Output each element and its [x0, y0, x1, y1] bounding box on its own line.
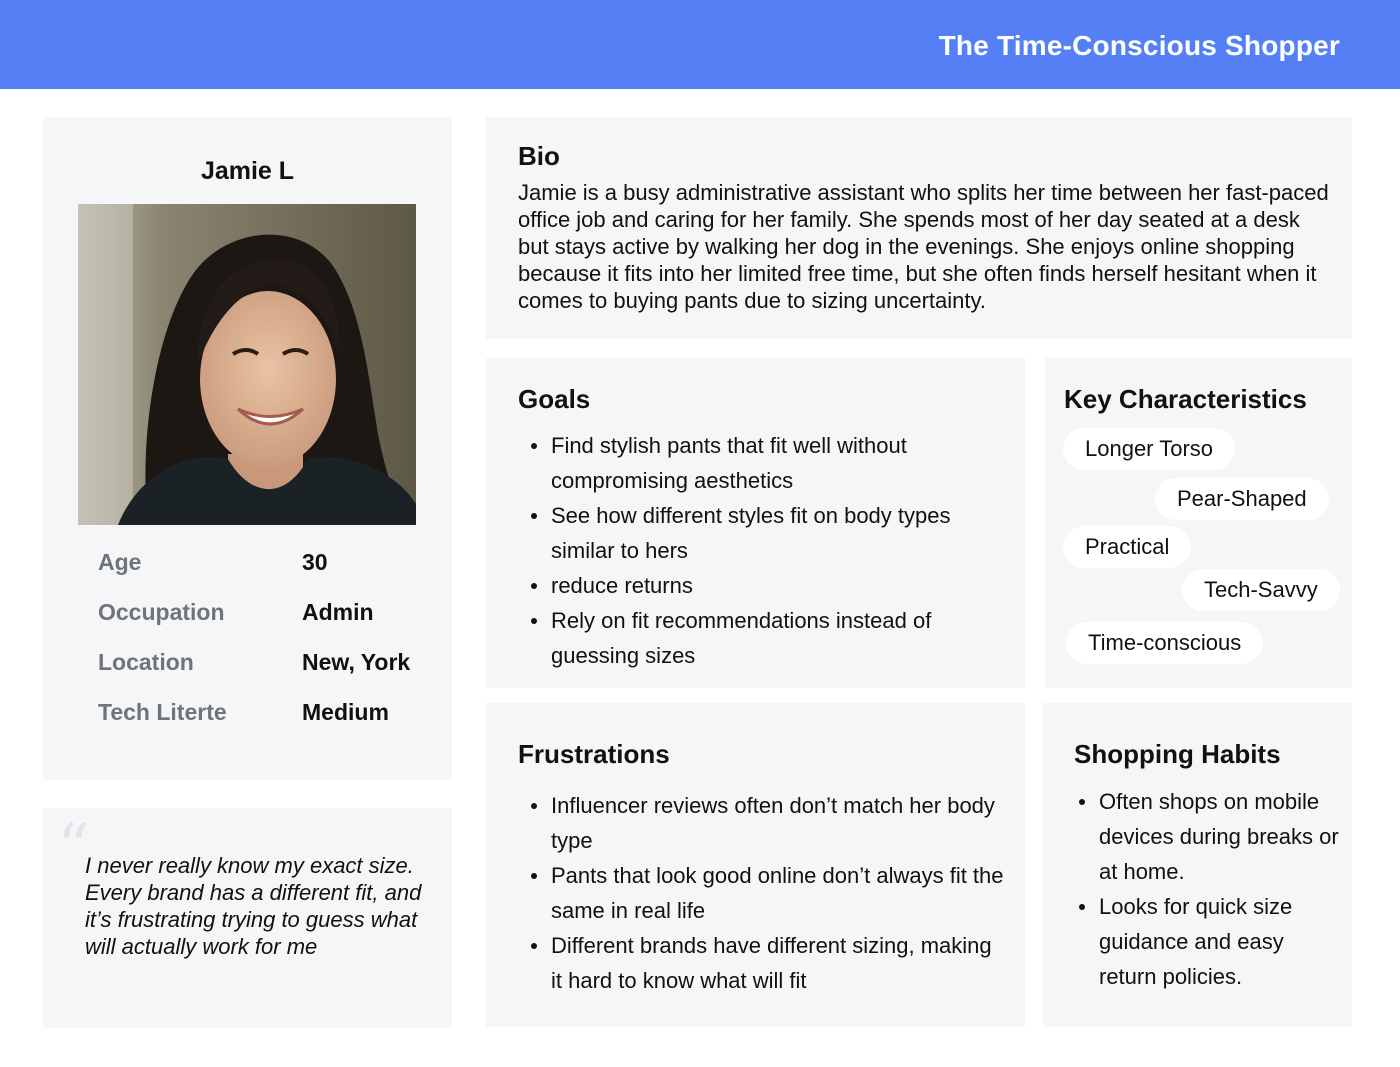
frustrations-list: Influencer reviews often don’t match her…: [518, 788, 1008, 998]
info-row-age: Age 30: [98, 549, 438, 579]
persona-name: Jamie L: [200, 157, 295, 185]
frustrations-title: Frustrations: [518, 739, 670, 769]
occupation-label: Occupation: [98, 599, 225, 625]
goals-title: Goals: [518, 384, 591, 414]
persona-photo: [78, 204, 416, 525]
shopping-habits-card: Shopping Habits Often shops on mobile de…: [1043, 703, 1352, 1027]
frustration-item: Influencer reviews often don’t match her…: [518, 788, 1008, 858]
goals-list: Find stylish pants that fit well without…: [518, 428, 998, 673]
tech-literacy-label: Tech Literte: [98, 699, 227, 725]
goal-item: reduce returns: [518, 568, 998, 603]
location-label: Location: [98, 649, 194, 675]
tag-pear-shaped: Pear-Shaped: [1155, 478, 1329, 520]
bio-card: Bio Jamie is a busy administrative assis…: [486, 117, 1352, 339]
goal-item: Find stylish pants that fit well without…: [518, 428, 998, 498]
tech-literacy-value: Medium: [302, 699, 389, 725]
tag-tech-savvy: Tech-Savvy: [1182, 569, 1340, 611]
occupation-value: Admin: [302, 599, 374, 625]
quote-text: I never really know my exact size. Every…: [85, 853, 422, 959]
frustration-item: Different brands have different sizing, …: [518, 928, 1008, 998]
bio-text: Jamie is a busy administrative assistant…: [518, 180, 1329, 313]
age-label: Age: [98, 549, 142, 575]
info-row-location: Location New, York: [98, 649, 438, 679]
shopping-habits-list: Often shops on mobile devices during bre…: [1066, 784, 1346, 994]
header-banner: The Time-Conscious Shopper: [0, 0, 1400, 89]
habit-item: Looks for quick size guidance and easy r…: [1066, 889, 1346, 994]
info-row-occupation: Occupation Admin: [98, 599, 438, 629]
age-value: 30: [302, 549, 328, 575]
bio-title: Bio: [518, 141, 560, 171]
goals-card: Goals Find stylish pants that fit well w…: [486, 358, 1025, 688]
profile-card: Jamie L Age 30 Occupation Admin Location…: [43, 117, 452, 780]
frustration-item: Pants that look good online don’t always…: [518, 858, 1008, 928]
info-row-tech-literacy: Tech Literte Medium: [98, 699, 438, 729]
goal-item: See how different styles fit on body typ…: [518, 498, 998, 568]
quote-card: “ I never really know my exact size. Eve…: [43, 808, 452, 1028]
tag-time-conscious: Time-conscious: [1066, 622, 1264, 664]
persona-title: The Time-Conscious Shopper: [938, 30, 1340, 61]
goal-item: Rely on fit recommendations instead of g…: [518, 603, 998, 673]
shopping-habits-title: Shopping Habits: [1074, 739, 1281, 769]
habit-item: Often shops on mobile devices during bre…: [1066, 784, 1346, 889]
location-value: New, York: [302, 649, 411, 675]
tag-longer-torso: Longer Torso: [1063, 428, 1236, 470]
characteristics-title: Key Characteristics: [1064, 384, 1307, 414]
tag-practical: Practical: [1063, 526, 1192, 568]
characteristics-card: Key Characteristics Longer Torso Pear-Sh…: [1045, 358, 1352, 688]
frustrations-card: Frustrations Influencer reviews often do…: [486, 703, 1025, 1027]
